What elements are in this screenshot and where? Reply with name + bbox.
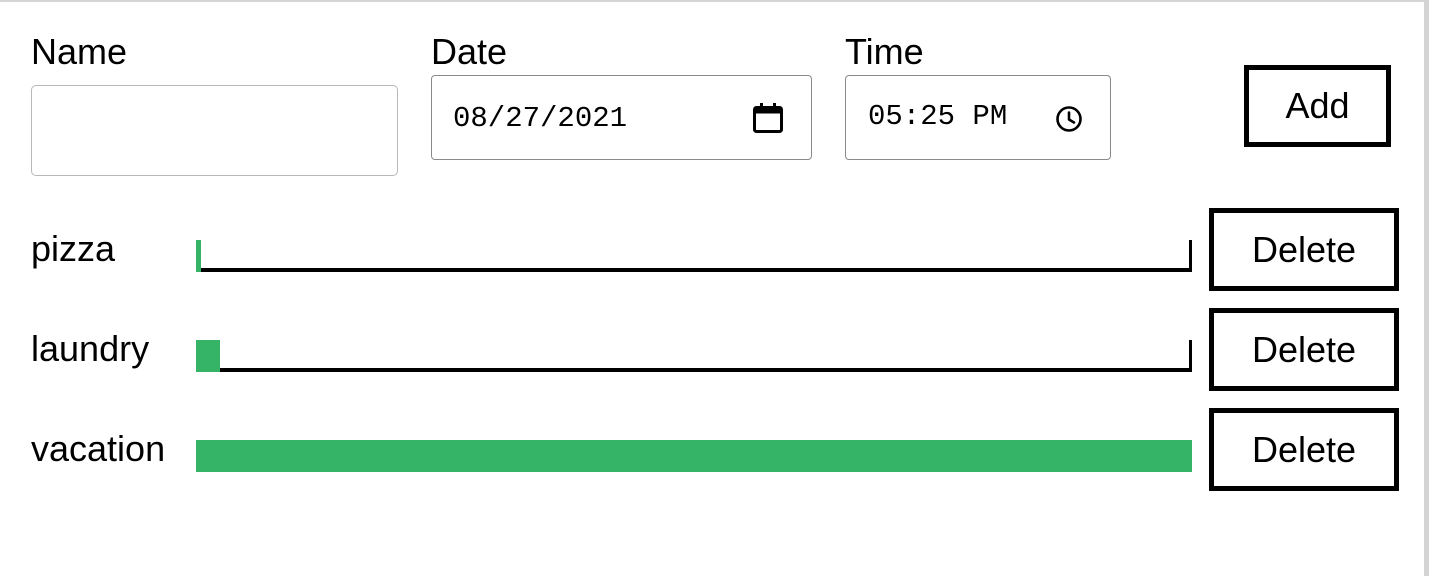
calendar-icon[interactable] xyxy=(752,102,784,134)
task-name-vacation: vacation xyxy=(31,428,166,469)
clock-icon[interactable] xyxy=(1055,105,1083,133)
progress-track-end xyxy=(1189,240,1192,272)
add-button[interactable]: Add xyxy=(1244,65,1391,147)
progress-fill xyxy=(196,340,220,372)
progress-fill xyxy=(196,440,1192,472)
delete-button-laundry[interactable]: Delete xyxy=(1209,308,1399,391)
date-input[interactable]: 08/27/2021 xyxy=(431,75,812,160)
task-name-laundry: laundry xyxy=(31,328,150,369)
name-input[interactable] xyxy=(31,85,398,176)
delete-button-pizza[interactable]: Delete xyxy=(1209,208,1399,291)
time-input[interactable]: 05:25 PM xyxy=(845,75,1111,160)
name-label: Name xyxy=(31,31,128,72)
progress-track-line xyxy=(196,368,1192,372)
date-label: Date xyxy=(431,31,508,72)
progress-track-line xyxy=(196,268,1192,272)
task-name-pizza: pizza xyxy=(31,228,116,269)
time-label: Time xyxy=(845,31,924,72)
progress-fill xyxy=(196,240,201,272)
date-input-value: 08/27/2021 xyxy=(453,102,628,135)
task-progress-pizza xyxy=(196,240,1192,272)
task-progress-laundry xyxy=(196,340,1192,372)
time-input-value: 05:25 PM xyxy=(868,100,1008,133)
progress-track-end xyxy=(1189,340,1192,372)
task-progress-vacation xyxy=(196,440,1192,472)
delete-button-vacation[interactable]: Delete xyxy=(1209,408,1399,491)
